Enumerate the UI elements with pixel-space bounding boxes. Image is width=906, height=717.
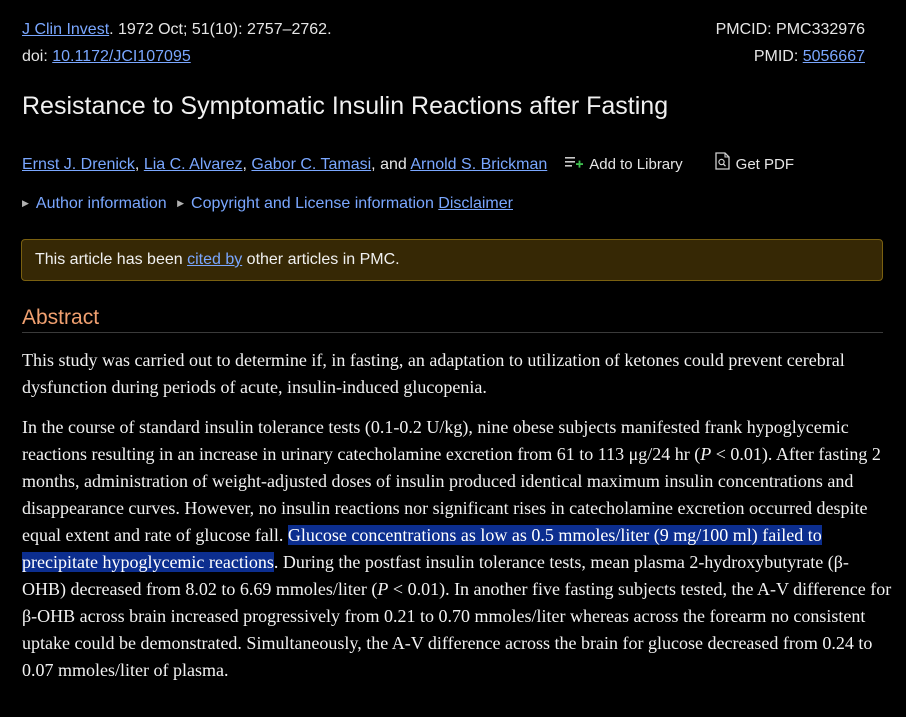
p-value-symbol: P <box>700 444 712 464</box>
author-separator: , <box>134 155 144 173</box>
pmcid-value: PMC332976 <box>776 21 865 38</box>
add-to-library-icon <box>565 154 584 176</box>
abstract-paragraph: This study was carried out to determine … <box>22 347 892 401</box>
pmid-label: PMID: <box>753 48 803 65</box>
doi-line: doi: 10.1172/JCI107095 <box>22 43 332 70</box>
author-link[interactable]: Gabor C. Tamasi <box>251 156 371 173</box>
citation-line: J Clin Invest. 1972 Oct; 51(10): 2757–27… <box>22 16 332 43</box>
pmcid-line: PMCID: PMC332976 <box>716 16 865 43</box>
add-to-library-button[interactable]: Add to Library <box>565 154 683 176</box>
disclaimer-link[interactable]: Disclaimer <box>438 195 513 212</box>
citation-details: . 1972 Oct; 51(10): 2757–2762. <box>109 21 332 38</box>
authors-row: Ernst J. Drenick, Lia C. Alvarez, Gabor … <box>22 152 794 177</box>
cited-by-link[interactable]: cited by <box>187 251 242 268</box>
cited-by-notice: This article has been cited by other art… <box>21 239 883 281</box>
author-list: Ernst J. Drenick, Lia C. Alvarez, Gabor … <box>22 154 547 176</box>
doi-label: doi: <box>22 48 53 65</box>
expand-triangle-icon: ▶ <box>177 198 185 208</box>
notice-text-before: This article has been <box>35 251 188 268</box>
add-to-library-label: Add to Library <box>589 155 683 173</box>
article-title: Resistance to Symptomatic Insulin Reacti… <box>22 92 669 120</box>
doi-link[interactable]: 10.1172/JCI107095 <box>52 48 190 65</box>
author-information-toggle[interactable]: Author information <box>36 195 167 212</box>
journal-link[interactable]: J Clin Invest <box>22 21 109 38</box>
author-link[interactable]: Lia C. Alvarez <box>144 156 243 173</box>
abstract-heading: Abstract <box>22 306 883 333</box>
pmid-line: PMID: 5056667 <box>716 43 865 70</box>
pmid-link[interactable]: 5056667 <box>803 48 865 65</box>
article-ids: PMCID: PMC332976 PMID: 5056667 <box>716 16 865 70</box>
abstract-paragraph: In the course of standard insulin tolera… <box>22 414 892 684</box>
expand-triangle-icon: ▶ <box>22 198 29 208</box>
p-value-symbol: P <box>377 579 389 599</box>
pdf-icon <box>715 152 730 177</box>
citation-block: J Clin Invest. 1972 Oct; 51(10): 2757–27… <box>22 16 332 70</box>
get-pdf-label: Get PDF <box>735 155 795 173</box>
author-link[interactable]: Ernst J. Drenick <box>22 156 135 173</box>
copyright-license-toggle[interactable]: Copyright and License information <box>191 195 434 212</box>
author-separator: , and <box>371 155 411 173</box>
pmcid-label: PMCID: <box>715 21 777 38</box>
abstract-text: This study was carried out to determine … <box>22 350 845 397</box>
author-link[interactable]: Arnold S. Brickman <box>410 156 547 173</box>
notice-text-after: other articles in PMC. <box>242 251 400 268</box>
abstract-body: This study was carried out to determine … <box>22 347 892 697</box>
get-pdf-button[interactable]: Get PDF <box>715 152 794 177</box>
article-info-row: ▶ Author information ▶ Copyright and Licen… <box>22 192 513 215</box>
